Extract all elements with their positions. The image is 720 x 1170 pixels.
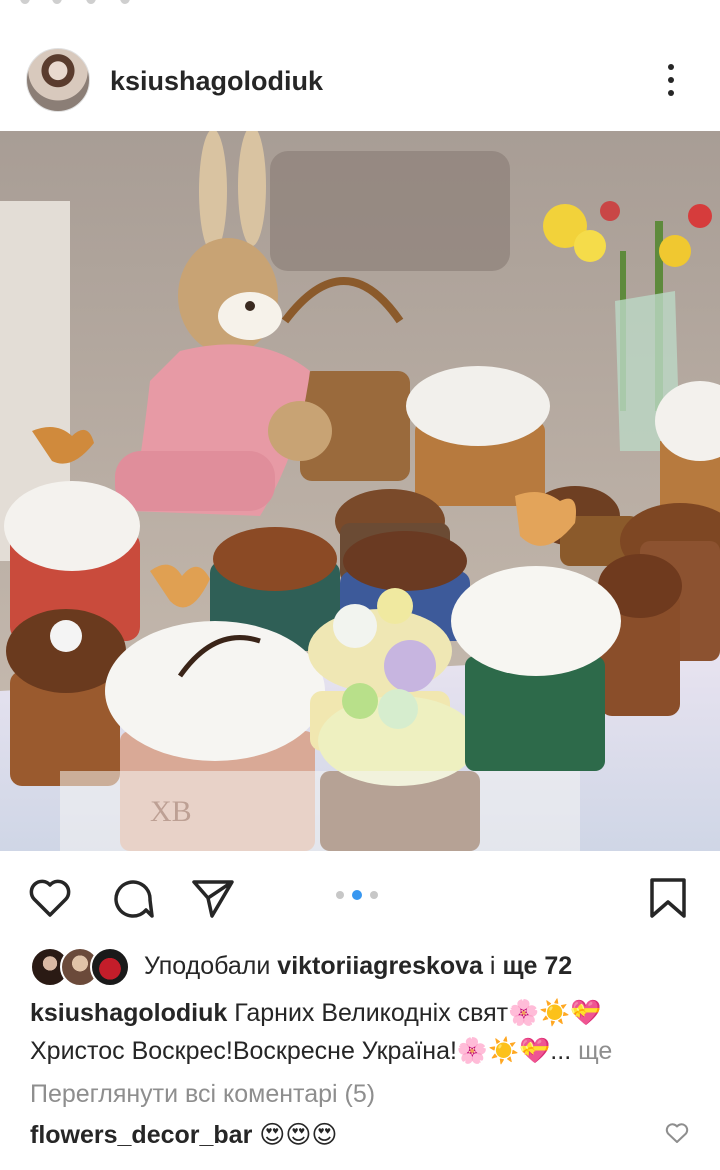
photo-illustration: ХВ bbox=[0, 131, 720, 851]
likes-summary[interactable]: Уподобали viktoriiagreskova і ще 72 bbox=[144, 952, 572, 981]
comment-heart-icon[interactable] bbox=[664, 1120, 690, 1146]
likes-connector: і bbox=[489, 952, 496, 980]
post-header: ksiushagolodiuk bbox=[0, 36, 720, 124]
status-bar-remnant bbox=[0, 0, 720, 8]
post-caption: ksiushagolodiuk Гарних Великодніх свят🌸☀… bbox=[30, 994, 694, 1070]
carousel-dot bbox=[370, 891, 378, 899]
comment-username[interactable]: flowers_decor_bar bbox=[30, 1121, 252, 1149]
comment-item: flowers_decor_bar 😍😍😍 bbox=[30, 1120, 337, 1150]
avatar[interactable] bbox=[26, 48, 90, 112]
heart-icon[interactable] bbox=[26, 874, 74, 922]
carousel-indicator bbox=[336, 890, 378, 900]
more-vertical-icon[interactable] bbox=[656, 60, 686, 100]
comment-text: 😍😍😍 bbox=[259, 1121, 338, 1149]
likes-others-count[interactable]: ще 72 bbox=[502, 952, 572, 980]
carousel-dot-active bbox=[352, 890, 362, 900]
caption-username[interactable]: ksiushagolodiuk bbox=[30, 999, 227, 1027]
post-photo[interactable]: ХВ bbox=[0, 131, 720, 851]
post-username[interactable]: ksiushagolodiuk bbox=[110, 66, 323, 97]
comment-icon[interactable] bbox=[108, 874, 156, 922]
likes-prefix: Уподобали bbox=[144, 952, 271, 980]
caption-line-1: Гарних Великодніх свят🌸☀️💝 bbox=[234, 999, 602, 1027]
bookmark-icon[interactable] bbox=[644, 874, 692, 922]
liker-avatars bbox=[30, 947, 130, 987]
likes-row[interactable]: Уподобали viktoriiagreskova і ще 72 bbox=[30, 944, 710, 988]
view-all-comments-link[interactable]: Переглянути всі коментарі (5) bbox=[30, 1080, 375, 1109]
avatar bbox=[90, 947, 130, 987]
caption-more-link[interactable]: ще bbox=[578, 1037, 612, 1065]
carousel-dot bbox=[336, 891, 344, 899]
paper-plane-icon[interactable] bbox=[188, 874, 236, 922]
caption-line-2: Христос Воскрес!Воскресне Україна!🌸☀️💝..… bbox=[30, 1037, 572, 1065]
post-actions bbox=[0, 866, 720, 930]
first-liker-username[interactable]: viktoriiagreskova bbox=[277, 952, 483, 980]
